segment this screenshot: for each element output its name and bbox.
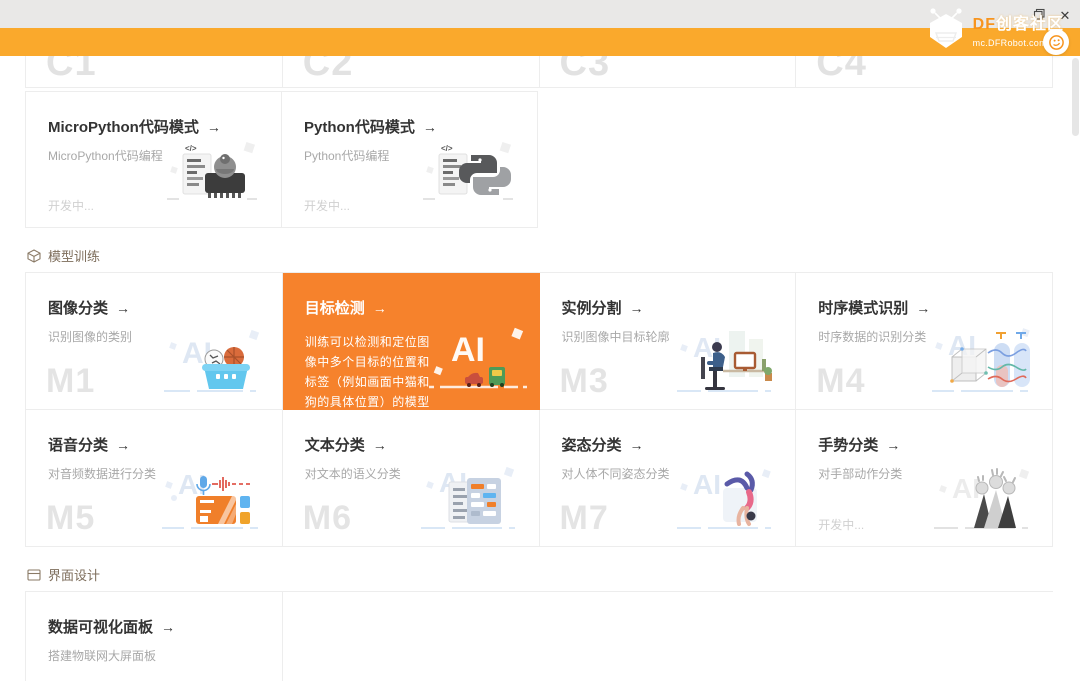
card-status: 开发中... bbox=[818, 516, 864, 533]
image-classify-icon: AI bbox=[152, 317, 270, 401]
card-title: 手势分类→ bbox=[818, 434, 1036, 455]
timeseries-icon: AI bbox=[922, 317, 1040, 401]
promo-banner[interactable] bbox=[0, 28, 1080, 56]
arrow-right-icon: → bbox=[630, 300, 644, 316]
home-content: C1 C2 C3 C4 MicroPython代码模式→ MicroPython… bbox=[0, 56, 1080, 681]
arrow-right-icon: → bbox=[116, 437, 130, 453]
dfrobot-community-logo: DF创客社区 mc.DFRobot.com bbox=[925, 4, 1064, 57]
contact-badge-icon[interactable] bbox=[1043, 29, 1069, 55]
audio-classify-icon: AI bbox=[152, 454, 270, 538]
card-watermark: M4 bbox=[816, 362, 865, 401]
cube-3d-icon bbox=[27, 249, 41, 263]
card-watermark: M1 bbox=[46, 362, 95, 401]
section-label: 模型训练 bbox=[48, 246, 100, 265]
micropython-chip-icon: </> bbox=[163, 137, 259, 203]
card-title: 文本分类→ bbox=[305, 434, 523, 455]
card-c4[interactable]: C4 bbox=[795, 56, 1053, 88]
window-title-bar: ✕ bbox=[0, 0, 1080, 28]
scrollbar-thumb[interactable] bbox=[1072, 58, 1079, 136]
card-watermark: C3 bbox=[560, 56, 611, 85]
arrow-right-icon: → bbox=[373, 437, 387, 453]
card-title: MicroPython代码模式→ bbox=[48, 116, 265, 137]
card-data-visualization[interactable]: 数据可视化面板→ 搭建物联网大屏面板 bbox=[26, 592, 283, 681]
card-watermark: M5 bbox=[46, 499, 95, 538]
hexagon-beehive-logo bbox=[925, 4, 967, 57]
model-training-grid: 图像分类→ 识别图像的类别 M1 AI bbox=[25, 272, 1053, 547]
card-title: Python代码模式→ bbox=[304, 116, 521, 137]
svg-text:AI: AI bbox=[451, 331, 485, 369]
svg-text:</>: </> bbox=[441, 144, 453, 153]
arrow-right-icon: → bbox=[886, 437, 900, 453]
card-title: 实例分割→ bbox=[562, 297, 780, 318]
arrow-right-icon: → bbox=[116, 300, 130, 316]
card-audio-classify[interactable]: 语音分类→ 对音频数据进行分类 M5 AI bbox=[26, 410, 283, 547]
arrow-right-icon: → bbox=[373, 300, 387, 316]
svg-text:AI: AI bbox=[693, 469, 721, 500]
card-python-mode[interactable]: Python代码模式→ Python代码编程 开发中... </> bbox=[281, 91, 538, 228]
card-title: 图像分类→ bbox=[48, 297, 266, 318]
section-header-model-training: 模型训练 bbox=[27, 248, 1055, 263]
card-object-detect[interactable]: 目标检测→ 训练可以检测和定位图像中多个目标的位置和标签（例如画面中猫和狗的具体… bbox=[283, 273, 540, 410]
card-description: 训练可以检测和定位图像中多个目标的位置和标签（例如画面中猫和狗的具体位置）的模型 bbox=[305, 332, 439, 410]
card-status: 开发中... bbox=[48, 197, 94, 214]
card-watermark: M6 bbox=[303, 499, 352, 538]
card-micropython-mode[interactable]: MicroPython代码模式→ MicroPython代码编程 开发中... … bbox=[25, 91, 282, 228]
card-c1[interactable]: C1 bbox=[25, 56, 283, 88]
vertical-scrollbar[interactable] bbox=[1072, 58, 1079, 678]
card-watermark: C4 bbox=[816, 56, 867, 85]
svg-text:</>: </> bbox=[185, 144, 197, 153]
ui-design-grid: 数据可视化面板→ 搭建物联网大屏面板 bbox=[25, 591, 1053, 681]
code-mode-row-partial: C1 C2 C3 C4 bbox=[25, 56, 1053, 88]
card-pose-classify[interactable]: 姿态分类→ 对人体不同姿态分类 M7 AI bbox=[540, 410, 797, 547]
card-image-classify[interactable]: 图像分类→ 识别图像的类别 M1 AI bbox=[26, 273, 283, 410]
gesture-classify-icon: AI bbox=[922, 454, 1040, 538]
arrow-right-icon: → bbox=[161, 619, 175, 635]
card-text-classify[interactable]: 文本分类→ 对文本的语义分类 M6 AI bbox=[283, 410, 540, 547]
card-c2[interactable]: C2 bbox=[282, 56, 540, 88]
text-classify-icon: AI bbox=[409, 454, 527, 538]
dashboard-panel-icon bbox=[142, 676, 252, 681]
card-title: 目标检测→ bbox=[305, 297, 523, 318]
window-layout-icon bbox=[27, 568, 41, 582]
arrow-right-icon: → bbox=[423, 119, 437, 135]
card-title: 姿态分类→ bbox=[562, 434, 780, 455]
object-detect-icon: AI bbox=[427, 317, 531, 397]
pose-classify-icon: AI bbox=[665, 454, 783, 538]
section-label: 界面设计 bbox=[48, 565, 100, 584]
arrow-right-icon: → bbox=[630, 437, 644, 453]
card-instance-segment[interactable]: 实例分割→ 识别图像中目标轮廓 M3 AI bbox=[540, 273, 797, 410]
card-watermark: C2 bbox=[303, 56, 354, 85]
card-title: 语音分类→ bbox=[48, 434, 266, 455]
card-title: 数据可视化面板→ bbox=[48, 616, 266, 637]
card-gesture-classify[interactable]: 手势分类→ 对手部动作分类 开发中... AI bbox=[796, 410, 1053, 547]
python-logo-icon: </> bbox=[419, 137, 515, 203]
card-timeseries[interactable]: 时序模式识别→ 时序数据的识别分类 M4 AI bbox=[796, 273, 1053, 410]
code-mode-row: MicroPython代码模式→ MicroPython代码编程 开发中... … bbox=[25, 91, 1053, 228]
card-status: 开发中... bbox=[304, 197, 350, 214]
instance-segment-icon: AI bbox=[665, 317, 783, 401]
card-subtitle: 搭建物联网大屏面板 bbox=[48, 647, 266, 664]
arrow-right-icon: → bbox=[207, 119, 221, 135]
arrow-right-icon: → bbox=[916, 300, 930, 316]
card-title: 时序模式识别→ bbox=[818, 297, 1036, 318]
card-watermark: M3 bbox=[560, 362, 609, 401]
card-watermark: C1 bbox=[46, 56, 97, 85]
card-watermark: M7 bbox=[560, 499, 609, 538]
card-c3[interactable]: C3 bbox=[539, 56, 797, 88]
section-header-ui-design: 界面设计 bbox=[27, 567, 1055, 582]
